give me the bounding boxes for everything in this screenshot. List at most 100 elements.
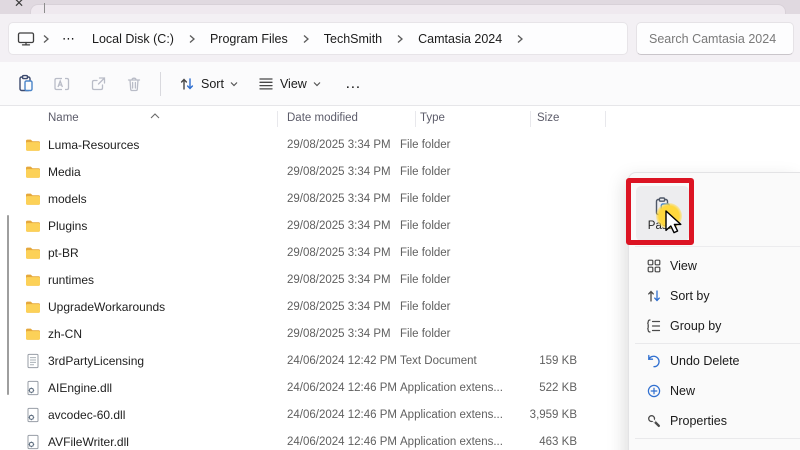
file-type: Application extens...	[400, 436, 517, 448]
address-bar: ⋯ Local Disk (C:) Program Files TechSmit…	[0, 14, 800, 62]
sort-icon	[179, 76, 195, 92]
file-type-icon	[25, 380, 41, 396]
group-by-icon	[646, 318, 662, 334]
undo-icon	[646, 353, 662, 369]
file-date-modified: 24/06/2024 12:46 PM	[267, 382, 400, 394]
file-name: models	[48, 192, 267, 206]
delete-toolbar-button[interactable]	[116, 67, 152, 101]
menu-item-label: Properties	[670, 414, 727, 428]
file-row[interactable]: Luma-Resources 29/08/2025 3:34 PM File f…	[0, 131, 800, 158]
file-date-modified: 29/08/2025 3:34 PM	[267, 139, 400, 151]
toolbar: Sort View …	[0, 62, 800, 106]
file-date-modified: 29/08/2025 3:34 PM	[267, 220, 400, 232]
file-name: Luma-Resources	[48, 138, 267, 152]
file-name: pt-BR	[48, 246, 267, 260]
menu-item-properties[interactable]: Properties	[629, 406, 800, 436]
share-toolbar-button[interactable]	[80, 67, 116, 101]
file-type: File folder	[400, 301, 517, 313]
file-date-modified: 29/08/2025 3:34 PM	[267, 193, 400, 205]
sort-ascending-caret-icon	[150, 106, 160, 124]
view-icon	[258, 77, 274, 91]
column-name[interactable]: Name	[48, 112, 79, 124]
explorer-tab[interactable]	[30, 4, 786, 14]
chevron-right-icon[interactable]	[513, 34, 527, 44]
chevron-right-icon[interactable]	[393, 34, 407, 44]
menu-item-group-by[interactable]: Group by	[629, 311, 800, 341]
search-box[interactable]	[636, 22, 794, 55]
file-name: Plugins	[48, 219, 267, 233]
file-name: AIEngine.dll	[48, 381, 267, 395]
file-type: Application extens...	[400, 382, 517, 394]
menu-item-new[interactable]: New	[629, 376, 800, 406]
paste-icon	[17, 74, 35, 93]
file-type: File folder	[400, 166, 517, 178]
menu-item-view[interactable]: View	[629, 251, 800, 281]
menu-item-label: View	[670, 259, 697, 273]
menu-item-label: Undo Delete	[670, 354, 740, 368]
sort-toolbar-button[interactable]: Sort	[169, 70, 248, 98]
file-date-modified: 24/06/2024 12:46 PM	[267, 436, 400, 448]
breadcrumb-camtasia-2024[interactable]: Camtasia 2024	[411, 29, 509, 49]
file-type: File folder	[400, 247, 517, 259]
column-divider[interactable]	[415, 111, 416, 127]
chevron-right-icon[interactable]	[185, 34, 199, 44]
file-type: File folder	[400, 220, 517, 232]
see-more-button[interactable]: …	[331, 75, 376, 93]
tab-close-icon[interactable]: ✕	[14, 0, 24, 10]
file-type-icon	[25, 137, 41, 153]
breadcrumb-overflow[interactable]: ⋯	[57, 31, 81, 47]
chevron-right-icon[interactable]	[299, 34, 313, 44]
file-type-icon	[25, 407, 41, 423]
paste-toolbar-button[interactable]	[8, 67, 44, 101]
chevron-down-icon	[230, 81, 238, 87]
column-header: Name Date modified Type Size	[0, 106, 800, 131]
file-type-icon	[25, 164, 41, 180]
file-date-modified: 29/08/2025 3:34 PM	[267, 274, 400, 286]
menu-item-undo-delete[interactable]: Undo Delete	[629, 346, 800, 376]
chevron-right-icon[interactable]	[39, 34, 53, 44]
breadcrumb-techsmith[interactable]: TechSmith	[317, 29, 389, 49]
menu-item-label: Sort by	[670, 289, 710, 303]
sort-icon	[646, 288, 662, 304]
column-date-modified[interactable]: Date modified	[287, 112, 358, 124]
menu-divider	[635, 343, 800, 344]
file-type: Application extens...	[400, 409, 517, 421]
column-divider[interactable]	[530, 111, 531, 127]
this-pc-icon[interactable]	[17, 31, 35, 47]
file-type: File folder	[400, 139, 517, 151]
file-type-icon	[25, 218, 41, 234]
search-input[interactable]	[649, 32, 781, 46]
menu-item-label: New	[670, 384, 695, 398]
file-name: AVFileWriter.dll	[48, 435, 267, 449]
column-size[interactable]: Size	[537, 112, 559, 124]
file-date-modified: 29/08/2025 3:34 PM	[267, 328, 400, 340]
column-type[interactable]: Type	[420, 112, 445, 124]
mouse-cursor	[664, 210, 686, 239]
file-type-icon	[25, 326, 41, 342]
file-type-icon	[25, 191, 41, 207]
scrollbar-thumb[interactable]	[7, 215, 9, 395]
new-plus-icon	[646, 383, 662, 399]
menu-item-sort-by[interactable]: Sort by	[629, 281, 800, 311]
file-date-modified: 24/06/2024 12:42 PM	[267, 355, 400, 367]
file-name: 3rdPartyLicensing	[48, 354, 267, 368]
file-date-modified: 29/08/2025 3:34 PM	[267, 166, 400, 178]
file-type: Text Document	[400, 355, 517, 367]
rename-toolbar-button[interactable]	[44, 67, 80, 101]
file-name: UpgradeWorkarounds	[48, 300, 267, 314]
breadcrumb[interactable]: ⋯ Local Disk (C:) Program Files TechSmit…	[8, 22, 628, 55]
breadcrumb-program-files[interactable]: Program Files	[203, 29, 295, 49]
file-date-modified: 29/08/2025 3:34 PM	[267, 247, 400, 259]
file-size: 159 KB	[517, 355, 577, 367]
view-toolbar-button[interactable]: View	[248, 71, 331, 97]
column-divider[interactable]	[277, 111, 278, 127]
trash-icon	[125, 75, 143, 93]
menu-item-label: Group by	[670, 319, 721, 333]
file-type-icon	[25, 353, 41, 369]
file-date-modified: 29/08/2025 3:34 PM	[267, 301, 400, 313]
view-label: View	[280, 77, 307, 91]
breadcrumb-local-disk[interactable]: Local Disk (C:)	[85, 29, 181, 49]
menu-divider	[635, 246, 800, 247]
column-divider[interactable]	[605, 111, 606, 127]
file-type-icon	[25, 245, 41, 261]
